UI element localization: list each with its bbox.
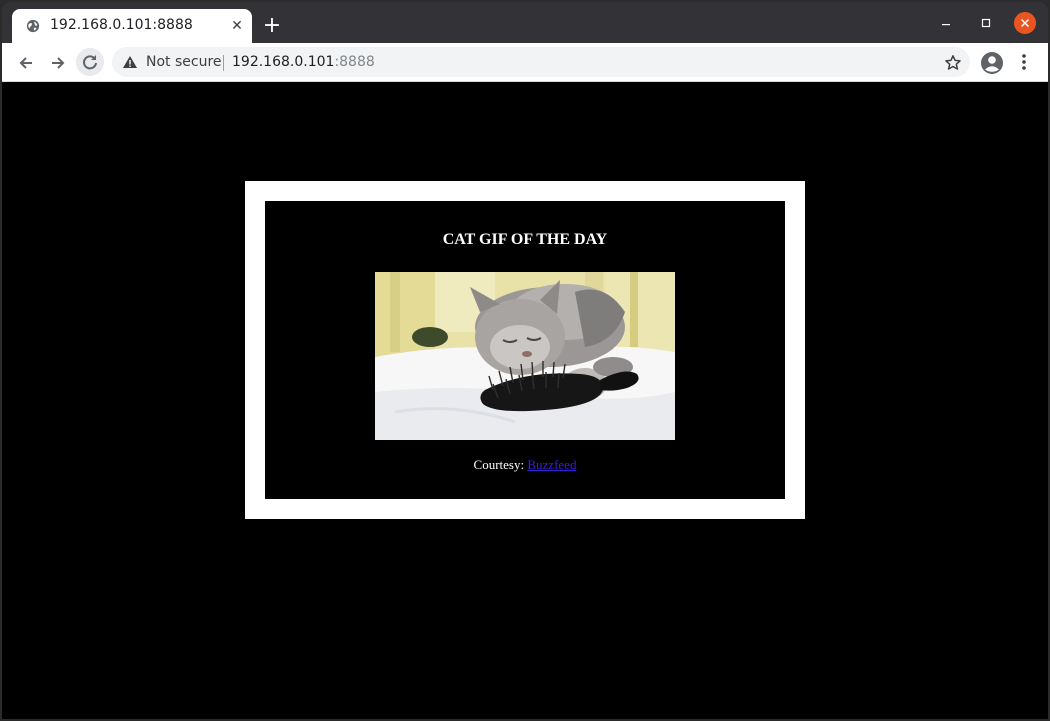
address-bar[interactable]: Not secure 192.168.0.101:8888: [112, 47, 970, 77]
courtesy-line: Courtesy: Buzzfeed: [265, 457, 785, 473]
cat-gif-image: [375, 272, 675, 440]
minimize-icon[interactable]: [935, 12, 957, 34]
tab-close-icon[interactable]: ✕: [228, 17, 246, 35]
content-panel: CAT GIF OF THE DAY Courtesy: Buzzfeed: [265, 201, 785, 499]
page-heading: CAT GIF OF THE DAY: [442, 231, 608, 248]
courtesy-label: Courtesy:: [473, 457, 528, 472]
page-viewport: CAT GIF OF THE DAY Courtesy: Buzzfeed: [2, 82, 1048, 719]
url-text[interactable]: 192.168.0.101:8888: [232, 54, 375, 70]
browser-window: 192.168.0.101:8888 ✕ + Not secure 192.16…: [2, 2, 1048, 719]
reload-icon[interactable]: [76, 48, 104, 76]
browser-toolbar: Not secure 192.168.0.101:8888: [2, 43, 1048, 82]
tab-strip: 192.168.0.101:8888 ✕ +: [2, 2, 1048, 43]
profile-avatar-icon[interactable]: [980, 51, 1004, 75]
buzzfeed-link[interactable]: Buzzfeed: [527, 457, 576, 472]
forward-arrow-icon[interactable]: [45, 50, 71, 76]
tab-title: 192.168.0.101:8888: [50, 17, 193, 33]
bookmark-star-icon[interactable]: [944, 54, 962, 72]
content-frame: CAT GIF OF THE DAY Courtesy: Buzzfeed: [245, 181, 805, 519]
url-port: :8888: [334, 54, 375, 70]
tab-active[interactable]: 192.168.0.101:8888 ✕: [12, 9, 252, 43]
globe-icon: [26, 19, 40, 33]
divider: [223, 55, 224, 71]
maximize-icon[interactable]: [975, 12, 997, 34]
url-host: 192.168.0.101: [232, 54, 335, 70]
security-status[interactable]: Not secure: [146, 54, 222, 70]
back-arrow-icon[interactable]: [13, 50, 39, 76]
window-close-icon[interactable]: [1014, 12, 1036, 34]
new-tab-button[interactable]: +: [260, 14, 284, 38]
warning-icon[interactable]: [122, 55, 138, 69]
kebab-menu-icon[interactable]: [1016, 52, 1032, 72]
